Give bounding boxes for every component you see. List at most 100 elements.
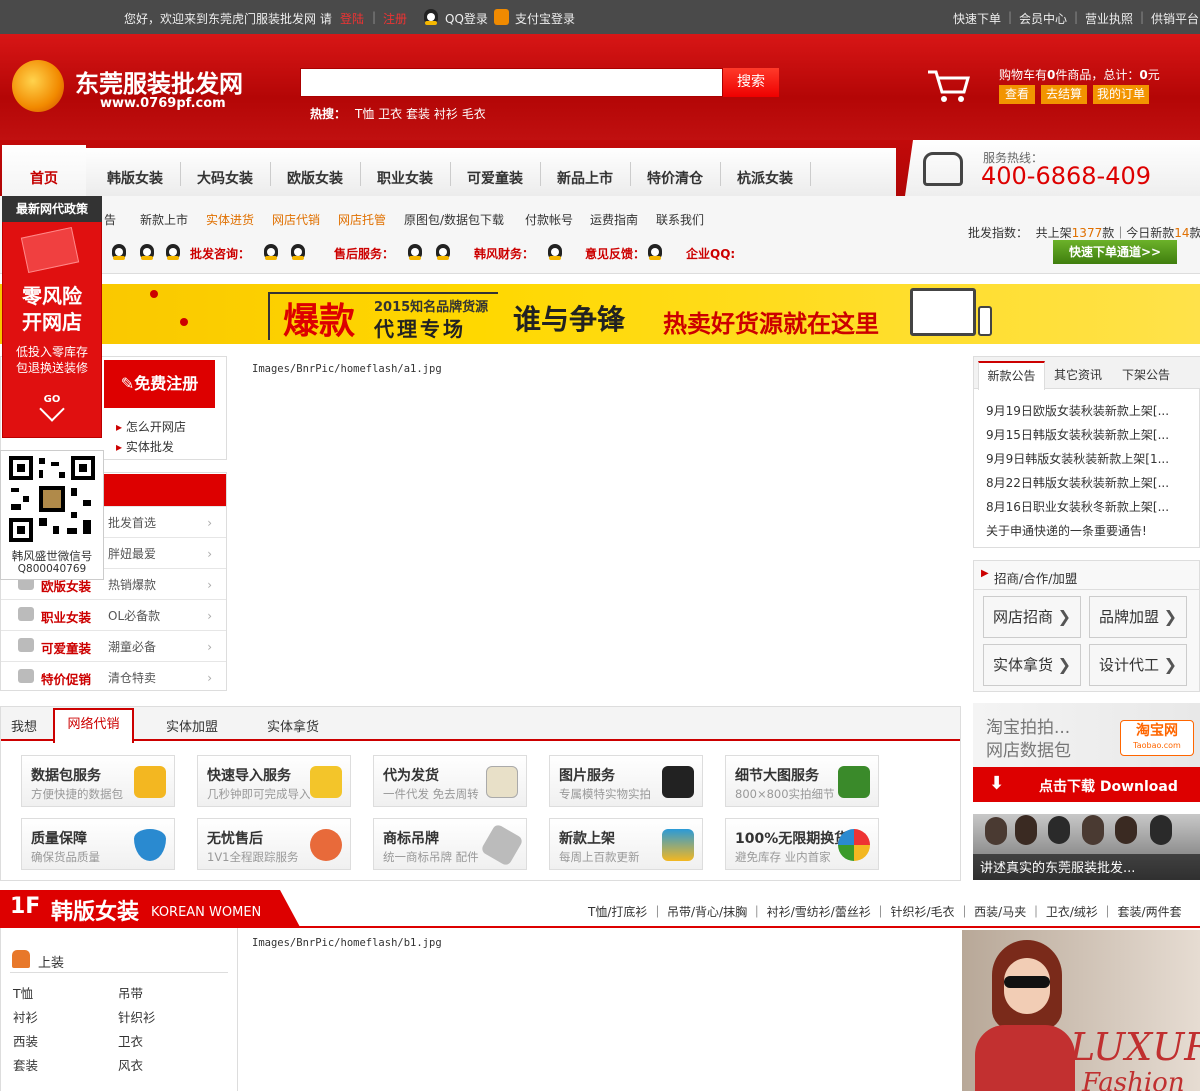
supply-platform-link[interactable]: 供销平台	[1151, 10, 1199, 27]
register-button[interactable]: ✎免费注册	[104, 360, 215, 408]
qq-icon[interactable]	[166, 244, 180, 260]
tab-other-news[interactable]: 其它资讯	[1054, 366, 1102, 383]
floor-link[interactable]: 卫衣/绒衫	[1046, 905, 1098, 919]
news-item[interactable]: 关于申通快递的一条重要通告!	[986, 522, 1147, 539]
tab-removed-notice[interactable]: 下架公告	[1122, 366, 1170, 383]
floor-side-item[interactable]: 西装	[13, 1031, 38, 1050]
qq-icon[interactable]	[648, 244, 662, 260]
floor-link[interactable]: T恤/打底衫	[588, 905, 647, 919]
floor-ad-text1: LUXUR	[1070, 1025, 1200, 1069]
fast-order-button[interactable]: 快速下单通道>>	[1053, 240, 1177, 264]
service-card[interactable]: 质量保障 确保货品质量	[21, 818, 175, 870]
service-desc: 800×800实拍细节	[735, 787, 835, 801]
nav-clearance[interactable]: 特价清仓	[630, 140, 720, 196]
join-button[interactable]: 网店招商 ❯	[983, 596, 1081, 638]
subnav-link[interactable]: 实体进货	[206, 211, 254, 228]
floor-link[interactable]: 针织衫/毛衣	[890, 905, 954, 919]
subnav-link[interactable]: 运费指南	[590, 211, 638, 228]
service-card[interactable]: 细节大图服务 800×800实拍细节	[725, 755, 879, 807]
nav-hangzhou[interactable]: 杭派女装	[720, 140, 810, 196]
category-row[interactable]: 特价促销 清仓特卖 ›	[1, 661, 226, 692]
quick-order-link[interactable]: 快速下单	[953, 10, 1001, 27]
subnav-link[interactable]: 网店代销	[272, 211, 320, 228]
floor-side-item[interactable]: 吊带	[118, 983, 143, 1002]
category-row[interactable]: 职业女装 OL必备款 ›	[1, 599, 226, 630]
service-card[interactable]: 新款上架 每周上百款更新	[549, 818, 703, 870]
qq-icon[interactable]	[548, 244, 562, 260]
qq-login-link[interactable]: QQ登录	[445, 10, 488, 27]
qq-icon[interactable]	[408, 244, 422, 260]
download-button[interactable]: ⬇ 点击下载 Download	[973, 767, 1200, 802]
floor-link[interactable]: 吊带/背心/抹胸	[667, 905, 747, 919]
alipay-login-link[interactable]: 支付宝登录	[515, 10, 575, 27]
subnav-link[interactable]: 告	[104, 211, 116, 228]
nav-kids[interactable]: 可爱童装	[450, 140, 540, 196]
floor-side-item[interactable]: 风衣	[118, 1055, 143, 1074]
service-card[interactable]: 代为发货 一件代发 免去周转	[373, 755, 527, 807]
join-button[interactable]: 设计代工 ❯	[1089, 644, 1187, 686]
qq-icon[interactable]	[436, 244, 450, 260]
member-center-link[interactable]: 会员中心	[1019, 10, 1067, 27]
hot-keyword[interactable]: T恤	[355, 107, 374, 121]
news-item[interactable]: 8月16日职业女装秋冬新款上架[...	[986, 498, 1169, 515]
floor-side-item[interactable]: 套装	[13, 1055, 38, 1074]
floor-link[interactable]: 衬衫/雪纺衫/蕾丝衫	[767, 905, 871, 919]
tab-new-notice[interactable]: 新款公告	[978, 361, 1045, 390]
news-item[interactable]: 9月19日欧版女装秋装新款上架[...	[986, 402, 1169, 419]
how-link[interactable]: ▸ 怎么开网店	[116, 418, 186, 435]
logo-icon[interactable]	[12, 60, 64, 112]
floor-side-item[interactable]: T恤	[13, 983, 33, 1002]
login-link[interactable]: 登陆	[340, 10, 364, 27]
view-cart-button[interactable]: 查看	[999, 85, 1035, 104]
subnav-link[interactable]: 联系我们	[656, 211, 704, 228]
hot-keyword[interactable]: 毛衣	[462, 107, 486, 121]
subnav-link[interactable]: 付款帐号	[525, 211, 573, 228]
floor-link[interactable]: 西装/马夹	[974, 905, 1026, 919]
logo-title[interactable]: 东莞服装批发网	[75, 64, 243, 99]
floor-link[interactable]: 套装/两件套	[1118, 905, 1182, 919]
service-card[interactable]: 无忧售后 1V1全程跟踪服务	[197, 818, 351, 870]
service-card[interactable]: 快速导入服务 几秒钟即可完成导入	[197, 755, 351, 807]
subnav-link[interactable]: 原图包/数据包下载	[404, 211, 504, 228]
nav-office[interactable]: 职业女装	[360, 140, 450, 196]
service-card[interactable]: 数据包服务 方便快捷的数据包	[21, 755, 175, 807]
tab-online-resale[interactable]: 网络代销	[53, 708, 134, 743]
hot-keyword[interactable]: 套装	[406, 107, 430, 121]
nav-home[interactable]: 首页	[2, 145, 86, 196]
cart-icon[interactable]	[926, 68, 972, 104]
how-link[interactable]: ▸ 实体批发	[116, 438, 174, 455]
hot-keyword[interactable]: 衬衫	[434, 107, 458, 121]
tab-physical[interactable]: 实体拿货	[267, 716, 319, 735]
floor-side-item[interactable]: 卫衣	[118, 1031, 143, 1050]
qq-icon[interactable]	[264, 244, 278, 260]
news-item[interactable]: 9月15日韩版女装秋装新款上架[...	[986, 426, 1169, 443]
floor-title: 韩版女装	[51, 900, 140, 925]
subnav-link[interactable]: 新款上市	[140, 211, 188, 228]
qq-icon[interactable]	[140, 244, 154, 260]
floor-side-item[interactable]: 衬衫	[13, 1007, 38, 1026]
news-item[interactable]: 8月22日韩版女装秋装新款上架[...	[986, 474, 1169, 491]
qq-icon[interactable]	[112, 244, 126, 260]
join-button[interactable]: 实体拿货 ❯	[983, 644, 1081, 686]
service-card[interactable]: 商标吊牌 统一商标吊牌 配件	[373, 818, 527, 870]
qq-icon[interactable]	[291, 244, 305, 260]
news-item[interactable]: 9月9日韩版女装秋装新款上架[1...	[986, 450, 1169, 467]
hot-keyword[interactable]: 卫衣	[378, 107, 402, 121]
nav-plus-size[interactable]: 大码女装	[180, 140, 270, 196]
floor-side-item[interactable]: 针织衫	[118, 1007, 156, 1026]
search-input[interactable]	[300, 68, 723, 97]
license-link[interactable]: 营业执照	[1085, 10, 1133, 27]
category-row[interactable]: 可爱童装 潮童必备 ›	[1, 630, 226, 661]
register-link[interactable]: 注册	[383, 10, 407, 27]
search-button[interactable]: 搜索	[723, 68, 779, 97]
service-card[interactable]: 100%无限期换货 避免库存 业内首家	[725, 818, 879, 870]
service-card[interactable]: 图片服务 专属模特实物实拍	[549, 755, 703, 807]
nav-european[interactable]: 欧版女装	[270, 140, 360, 196]
tab-franchise[interactable]: 实体加盟	[166, 716, 218, 735]
nav-korean[interactable]: 韩版女装	[90, 140, 180, 196]
subnav-link[interactable]: 网店托管	[338, 211, 386, 228]
nav-new-arrivals[interactable]: 新品上市	[540, 140, 630, 196]
join-button[interactable]: 品牌加盟 ❯	[1089, 596, 1187, 638]
my-orders-button[interactable]: 我的订单	[1093, 85, 1149, 104]
checkout-button[interactable]: 去结算	[1041, 85, 1087, 104]
